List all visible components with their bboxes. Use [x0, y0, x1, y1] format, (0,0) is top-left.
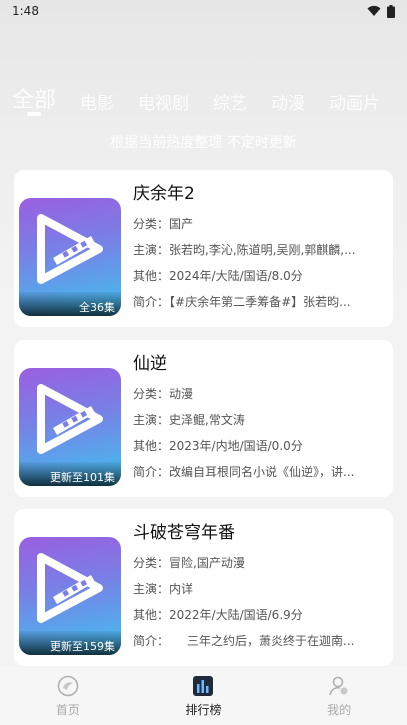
- intro-value: 【#庆余年第二季筹备#】张若昀...: [169, 295, 351, 309]
- nav-ranking[interactable]: 排行榜: [153, 675, 253, 718]
- item-intro: 简介：改编自耳根同名小说《仙逆》，讲...: [133, 460, 385, 484]
- status-bar: 1:48: [0, 0, 407, 22]
- category-value: 动漫: [169, 387, 194, 401]
- item-category: 分类：动漫: [133, 382, 385, 406]
- item-title: 庆余年2: [133, 184, 195, 204]
- item-intro: 简介： 三年之约后，萧炎终于在迦南...: [133, 629, 385, 653]
- intro-label: 简介：: [133, 634, 164, 648]
- item-title: 斗破苍穹年番: [133, 523, 235, 543]
- category-label: 分类：: [133, 556, 170, 570]
- cast-label: 主演：: [133, 243, 170, 257]
- episode-badge: 全36集: [19, 292, 121, 316]
- cast-value: 内详: [169, 582, 194, 596]
- tab-all[interactable]: 全部: [0, 82, 68, 114]
- ranking-chart-icon: [193, 675, 214, 696]
- other-label: 其他：: [133, 608, 170, 622]
- category-value: 冒险,国产动漫: [169, 556, 245, 570]
- intro-value: 改编自耳根同名小说《仙逆》，讲...: [169, 465, 355, 479]
- profile-icon: [329, 676, 348, 695]
- nav-home-label: 首页: [55, 702, 80, 717]
- item-info: 庆余年2 分类：国产 主演：张若昀,李沁,陈道明,吴刚,郭麒麟,... 其他：2…: [133, 180, 385, 314]
- battery-icon: [387, 4, 395, 18]
- episode-badge: 更新至159集: [19, 631, 121, 655]
- nav-mine[interactable]: 我的: [289, 675, 389, 718]
- tab-movie[interactable]: 电影: [68, 89, 126, 114]
- other-value: 2024年/大陆/国语/8.0分: [169, 269, 303, 283]
- other-value: 2023年/内地/国语/0.0分: [169, 439, 303, 453]
- category-label: 分类：: [133, 387, 170, 401]
- item-other: 其他：2022年/大陆/国语/6.9分: [133, 603, 385, 627]
- category-value: 国产: [169, 217, 194, 231]
- category-label: 分类：: [133, 217, 170, 231]
- intro-label: 简介：: [133, 295, 170, 309]
- bottom-nav: 首页 排行榜 我的: [0, 667, 407, 725]
- nav-home[interactable]: 首页: [18, 675, 118, 718]
- list-item[interactable]: 更新至101集 仙逆 分类：动漫 主演：史泽鲲,常文涛 其他：2023年/内地/…: [14, 340, 393, 497]
- other-value: 2022年/大陆/国语/6.9分: [169, 608, 303, 622]
- cast-label: 主演：: [133, 582, 170, 596]
- tab-tv-series[interactable]: 电视剧: [126, 89, 201, 114]
- item-other: 其他：2024年/大陆/国语/8.0分: [133, 264, 385, 288]
- cast-value: 张若昀,李沁,陈道明,吴刚,郭麒麟,...: [169, 243, 356, 257]
- intro-value: 三年之约后，萧炎终于在迦南...: [163, 634, 355, 648]
- home-icon: [57, 675, 79, 696]
- list-item[interactable]: 更新至159集 斗破苍穹年番 分类：冒险,国产动漫 主演：内详 其他：2022年…: [14, 509, 393, 666]
- poster-thumbnail[interactable]: 更新至101集: [19, 368, 121, 486]
- cast-label: 主演：: [133, 413, 170, 427]
- item-other: 其他：2023年/内地/国语/0.0分: [133, 434, 385, 458]
- nav-mine-label: 我的: [327, 702, 352, 717]
- poster-thumbnail[interactable]: 更新至159集: [19, 537, 121, 655]
- status-icons: [367, 4, 395, 18]
- category-tabs: 全部 电影 电视剧 综艺 动漫 动画片: [0, 78, 407, 114]
- active-tab-indicator: [27, 112, 41, 116]
- cast-value: 史泽鲲,常文涛: [169, 413, 245, 427]
- play-icon: [37, 214, 103, 284]
- tab-cartoon[interactable]: 动画片: [317, 89, 392, 114]
- poster-thumbnail[interactable]: 全36集: [19, 198, 121, 316]
- item-category: 分类：国产: [133, 212, 385, 236]
- other-label: 其他：: [133, 269, 170, 283]
- item-cast: 主演：史泽鲲,常文涛: [133, 408, 385, 432]
- episode-badge: 更新至101集: [19, 462, 121, 486]
- play-icon: [37, 384, 103, 454]
- tab-anime[interactable]: 动漫: [259, 89, 317, 114]
- other-label: 其他：: [133, 439, 170, 453]
- nav-ranking-label: 排行榜: [185, 702, 222, 717]
- wifi-icon: [367, 5, 381, 16]
- item-intro: 简介：【#庆余年第二季筹备#】张若昀...: [133, 290, 385, 314]
- item-cast: 主演：内详: [133, 577, 385, 601]
- item-info: 仙逆 分类：动漫 主演：史泽鲲,常文涛 其他：2023年/内地/国语/0.0分 …: [133, 350, 385, 484]
- status-time: 1:48: [12, 4, 39, 18]
- item-category: 分类：冒险,国产动漫: [133, 551, 385, 575]
- tab-variety[interactable]: 综艺: [201, 89, 259, 114]
- item-info: 斗破苍穹年番 分类：冒险,国产动漫 主演：内详 其他：2022年/大陆/国语/6…: [133, 519, 385, 653]
- ranking-subtitle: 根据当前热度整理 不定时更新: [110, 135, 297, 151]
- list-item[interactable]: 全36集 庆余年2 分类：国产 主演：张若昀,李沁,陈道明,吴刚,郭麒麟,...…: [14, 170, 393, 327]
- item-title: 仙逆: [133, 354, 167, 374]
- item-cast: 主演：张若昀,李沁,陈道明,吴刚,郭麒麟,...: [133, 238, 385, 262]
- intro-label: 简介：: [133, 465, 170, 479]
- play-icon: [37, 553, 103, 623]
